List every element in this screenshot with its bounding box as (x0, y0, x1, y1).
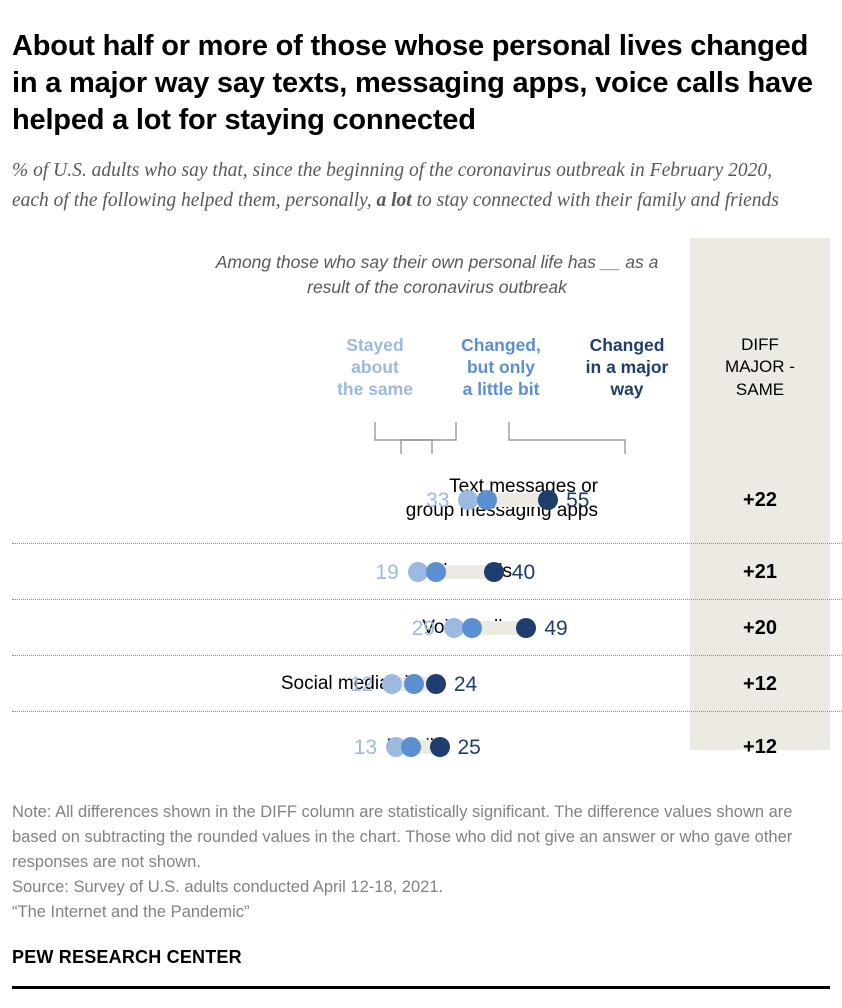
infographic-sheet: About half or more of those whose person… (0, 0, 842, 1008)
dot-changed-little (404, 673, 425, 694)
diff-header-line-3: SAME (735, 379, 785, 399)
chart-row: Email1325+12 (12, 712, 842, 782)
legend-item-changed-little: Changed, but only a little bit (438, 334, 564, 401)
subtitle-emphasis: a lot (376, 190, 412, 212)
row-value-high: 24 (453, 672, 478, 696)
dot-changed-major (516, 617, 537, 638)
dot-stayed-same (443, 617, 464, 638)
legend-label-line-3: way (610, 379, 644, 400)
legend-label-line-3: the same (337, 379, 413, 400)
chart-row: Voice calls2949+20 (12, 600, 842, 656)
footnote-note: Note: All differences shown in the DIFF … (12, 803, 793, 872)
row-value-high: 40 (511, 560, 536, 584)
footer-rule (12, 986, 830, 990)
row-value-high: 55 (566, 488, 590, 512)
diff-header-line-2: MAJOR - (725, 357, 795, 377)
chart-row-inner: Social media sites 12 24 +12 (12, 656, 842, 711)
diff-column-header: DIFF MAJOR - SAME (690, 334, 830, 402)
chart-row: Social media sites 12 24 +12 (12, 656, 842, 712)
row-diff-value: +22 (743, 488, 777, 511)
chart-row: Video calls1940+21 (12, 544, 842, 600)
row-value-low: 13 (353, 735, 378, 759)
row-diff-value: +12 (743, 672, 777, 695)
row-value-low: 33 (426, 488, 450, 512)
row-value-low: 19 (375, 560, 399, 584)
dot-changed-little (476, 489, 497, 510)
footnote-report-title: “The Internet and the Pandemic” (12, 903, 250, 922)
legend-label-line-3: a little bit (462, 379, 540, 400)
row-value-low: 29 (411, 616, 435, 640)
dot-changed-little (425, 561, 446, 582)
chart-subtitle: % of U.S. adults who say that, since the… (12, 156, 802, 215)
row-diff-value: +20 (743, 616, 777, 639)
dot-changed-major (538, 489, 559, 510)
legend-item-changed-major: Changed in a major way (564, 334, 690, 401)
diff-header-line-1: DIFF (741, 334, 779, 354)
dot-changed-little (462, 617, 483, 638)
dot-stayed-same (407, 561, 428, 582)
subtitle-text-part2: to stay connected with their family and … (411, 190, 779, 212)
row-diff-value: +21 (743, 560, 777, 583)
dot-changed-little (400, 736, 421, 757)
page-title: About half or more of those whose person… (12, 30, 813, 136)
row-value-high: 49 (544, 616, 568, 640)
chart-row-inner: Email1325+12 (12, 712, 842, 782)
legend-label-line-2: in a major (585, 356, 669, 377)
dot-changed-major (483, 561, 504, 582)
chart-row-inner: Text messages or group messaging apps 33 55… (12, 456, 842, 543)
chart-row-inner: Voice calls2949+20 (12, 600, 842, 655)
among-caption: Among those who say their own personal l… (215, 251, 659, 297)
chart-rows: Text messages or group messaging apps 33 55… (12, 456, 842, 782)
row-value-high: 25 (457, 735, 481, 759)
legend: Stayed about the same Changed, but only a li… (312, 334, 690, 401)
legend-label-line-1: Stayed (346, 334, 404, 355)
footer: Note: All differences shown in the DIFF … (12, 800, 830, 990)
legend-label-line-1: Changed, (461, 334, 541, 355)
dot-changed-major (425, 673, 446, 694)
chart-plate: Among those who say their own personal l… (12, 237, 842, 768)
leader-brackets (374, 421, 626, 454)
legend-item-stayed-same: Stayed about the same (312, 334, 438, 401)
row-diff-value: +12 (743, 735, 777, 758)
chart-row: Text messages or group messaging apps 33 55… (12, 456, 842, 544)
dot-changed-major (429, 736, 450, 757)
pew-research-center-brand: PEW RESEARCH CENTER (12, 947, 242, 968)
row-value-low: 12 (350, 672, 374, 696)
footnote-source: Source: Survey of U.S. adults conducted … (12, 878, 444, 897)
legend-label-line-2: about (351, 356, 399, 377)
chart-row-inner: Video calls1940+21 (12, 544, 842, 599)
legend-label-line-1: Changed (589, 334, 665, 355)
legend-label-line-2: but only (466, 356, 536, 377)
